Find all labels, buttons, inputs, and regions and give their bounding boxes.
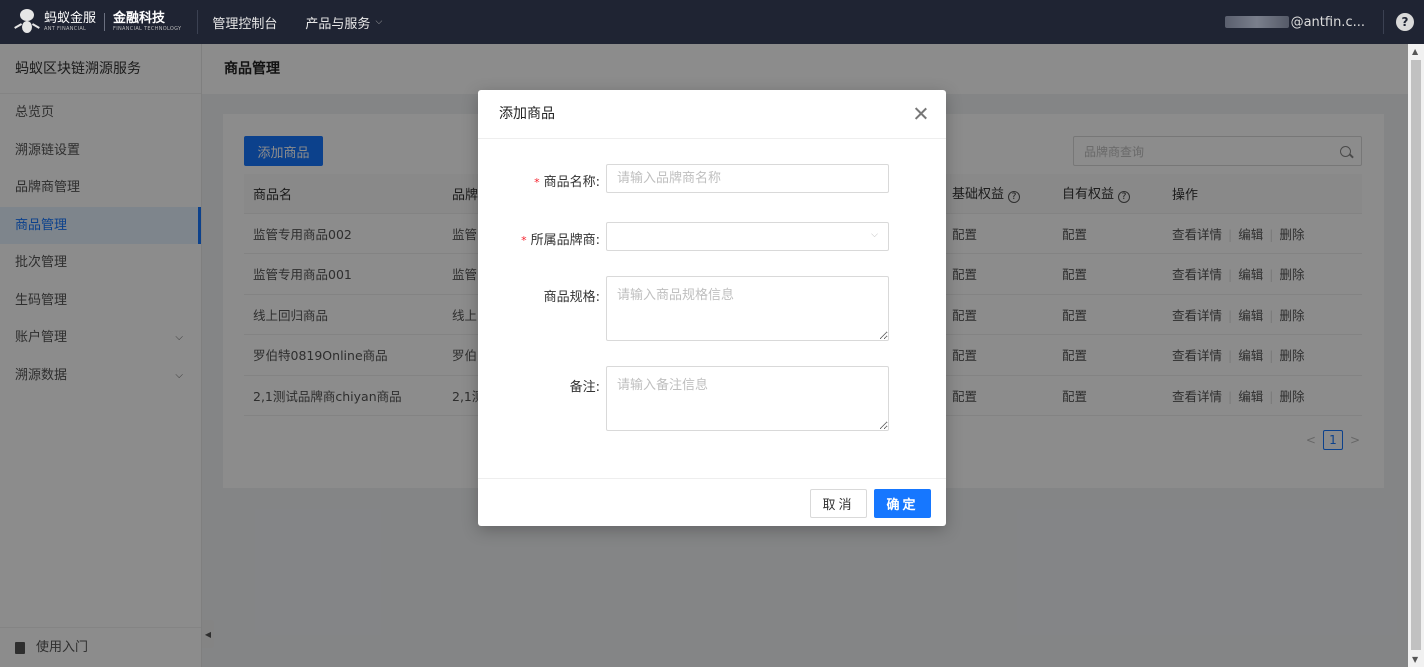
logo-ant-en: ANT FINANCIAL bbox=[44, 26, 87, 32]
nav-divider bbox=[197, 10, 199, 34]
nav-products-services[interactable]: 产品与服务 ⌵ bbox=[305, 13, 382, 32]
logo-ant-text: 蚂蚁金服 bbox=[44, 11, 97, 26]
logo-fintech-en: FINANCIAL TECHNOLOGY bbox=[113, 26, 182, 32]
logo-divider bbox=[104, 13, 106, 31]
account-email[interactable]: @antfin.c... bbox=[1224, 14, 1365, 30]
confirm-button[interactable]: 确定 bbox=[874, 489, 931, 518]
help-icon[interactable]: ? bbox=[1396, 13, 1414, 31]
dialog-header: 添加商品 bbox=[478, 90, 946, 139]
brand-label: * 所属品牌商: bbox=[478, 229, 600, 248]
dialog-title: 添加商品 bbox=[499, 106, 555, 122]
required-mark: * bbox=[521, 234, 527, 247]
brand-logo[interactable]: 蚂蚁金服 ANT FINANCIAL 金融科技 FINANCIAL TECHNO… bbox=[0, 0, 181, 44]
ant-logo-icon bbox=[14, 7, 40, 37]
brand-select[interactable]: ⌵ bbox=[606, 222, 889, 251]
spec-textarea[interactable] bbox=[606, 276, 889, 341]
redacted-email-prefix bbox=[1224, 16, 1289, 28]
chevron-down-icon: ⌵ bbox=[871, 230, 878, 240]
required-mark: * bbox=[534, 176, 540, 189]
top-navigation-bar: 蚂蚁金服 ANT FINANCIAL 金融科技 FINANCIAL TECHNO… bbox=[0, 0, 1424, 44]
brand-label-text: 所属品牌商: bbox=[530, 233, 600, 248]
product-name-input[interactable] bbox=[606, 164, 889, 193]
product-name-label: * 商品名称: bbox=[478, 171, 600, 190]
page-scrollbar[interactable]: ▲ ▼ bbox=[1408, 44, 1424, 667]
close-icon[interactable] bbox=[914, 106, 928, 120]
chevron-down-icon: ⌵ bbox=[375, 17, 383, 27]
scroll-up-icon[interactable]: ▲ bbox=[1412, 47, 1418, 56]
topbar-right-divider bbox=[1383, 10, 1384, 34]
logo-fintech-text: 金融科技 bbox=[113, 11, 166, 26]
scrollbar-thumb[interactable] bbox=[1411, 60, 1421, 650]
note-textarea[interactable] bbox=[606, 366, 889, 431]
spec-label: 商品规格: bbox=[543, 290, 600, 305]
note-label: 备注: bbox=[569, 380, 600, 395]
add-product-dialog: 添加商品 *商品名称: *所属品牌商: ⌵ 商品规格: 备注: 取消 确定 bbox=[478, 90, 946, 526]
help-icon-glyph: ? bbox=[1401, 15, 1409, 29]
nav-products-label: 产品与服务 bbox=[305, 16, 371, 32]
email-suffix: @antfin.c... bbox=[1290, 14, 1365, 30]
nav-console-label: 管理控制台 bbox=[212, 16, 278, 32]
product-name-label-text: 商品名称: bbox=[543, 175, 600, 190]
nav-console[interactable]: 管理控制台 bbox=[212, 13, 277, 32]
scroll-down-icon[interactable]: ▼ bbox=[1412, 655, 1418, 664]
dialog-footer: 取消 确定 bbox=[478, 478, 946, 526]
cancel-button[interactable]: 取消 bbox=[810, 489, 867, 518]
